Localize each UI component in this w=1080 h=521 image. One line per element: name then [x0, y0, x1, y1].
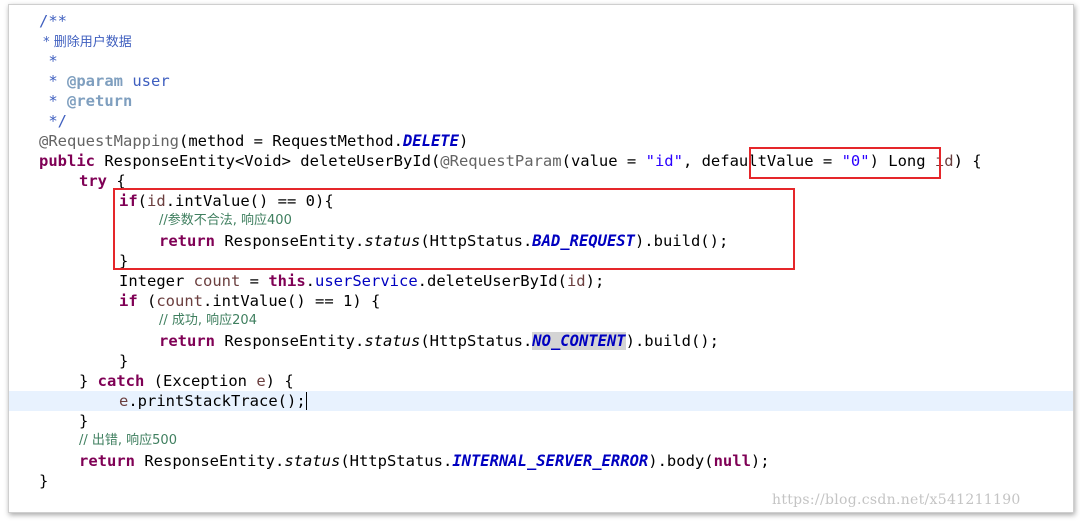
- variable: count: [193, 272, 241, 290]
- annotation: @RequestMapping: [39, 132, 179, 150]
- code-text: ): [458, 132, 469, 150]
- code-text: ResponseEntity<Void> deleteUserById(: [95, 152, 441, 170]
- highlight-box-if-block: [113, 188, 795, 270]
- enum-constant-highlighted: NO_CONTENT: [532, 332, 626, 350]
- code-line: }: [9, 411, 1073, 431]
- enum-constant: INTERNAL_SERVER_ERROR: [452, 452, 649, 470]
- javadoc-comment: *: [39, 52, 58, 70]
- keyword: this: [268, 272, 306, 290]
- code-text: (HttpStatus.: [420, 332, 533, 350]
- code-line: *: [9, 51, 1073, 71]
- line-comment: // 成功, 响应204: [159, 313, 257, 328]
- javadoc-comment: *: [39, 72, 67, 90]
- keyword: try: [79, 172, 107, 190]
- code-text: ) {: [265, 372, 294, 390]
- javadoc-comment: */: [39, 112, 67, 130]
- line-comment: // 出错, 响应500: [79, 433, 177, 448]
- keyword: catch: [97, 372, 145, 390]
- code-text: .intValue() == 1) {: [203, 292, 381, 310]
- keyword: return: [79, 452, 135, 470]
- javadoc-comment: /**: [39, 12, 67, 30]
- code-text: (: [137, 292, 157, 310]
- code-line: Integer count = this.userService.deleteU…: [9, 271, 1073, 291]
- code-line: */: [9, 111, 1073, 131]
- code-text: .printStackTrace();: [128, 392, 306, 410]
- code-text: }: [79, 372, 98, 390]
- field: userService: [315, 272, 418, 290]
- code-text: .: [305, 272, 315, 290]
- code-text: Integer: [119, 272, 194, 290]
- code-line: } catch (Exception e) {: [9, 371, 1073, 391]
- variable: count: [156, 292, 204, 310]
- javadoc-param-name: user: [123, 72, 170, 90]
- keyword: return: [159, 332, 215, 350]
- code-text: =: [240, 272, 269, 290]
- code-line: * @param user: [9, 71, 1073, 91]
- code-text: ) {: [953, 152, 982, 170]
- text-cursor: [305, 392, 307, 410]
- current-code-line[interactable]: e.printStackTrace();: [9, 391, 1073, 411]
- code-text: ResponseEntity.: [135, 452, 285, 470]
- code-line: * @return: [9, 91, 1073, 111]
- code-text: ResponseEntity.: [215, 332, 365, 350]
- code-line: return ResponseEntity.status(HttpStatus.…: [9, 451, 1073, 471]
- static-method: status: [284, 452, 341, 470]
- code-text: );: [585, 272, 605, 290]
- code-line: * 删除用户数据: [9, 31, 1073, 51]
- code-line: // 成功, 响应204: [9, 311, 1073, 331]
- code-text: (value =: [561, 152, 646, 170]
- code-line: if (count.intValue() == 1) {: [9, 291, 1073, 311]
- code-text: }: [39, 472, 49, 490]
- keyword: null: [713, 452, 751, 470]
- code-text: }: [79, 412, 89, 430]
- code-text: (method = RequestMethod.: [178, 132, 403, 150]
- code-text: );: [750, 452, 770, 470]
- enum-constant: DELETE: [402, 132, 459, 150]
- variable: id: [566, 272, 586, 290]
- code-text: }: [119, 352, 129, 370]
- static-method: status: [364, 332, 421, 350]
- keyword: public: [39, 152, 95, 170]
- string-literal: "id": [645, 152, 683, 170]
- code-text: ).body(: [648, 452, 714, 470]
- highlight-box-default-value: [749, 147, 941, 179]
- keyword: if: [119, 292, 138, 310]
- variable: e: [119, 392, 129, 410]
- annotation: @RequestParam: [440, 152, 562, 170]
- watermark-text: https://blog.csdn.net/x541211190: [772, 492, 1021, 508]
- javadoc-tag: @return: [67, 92, 133, 110]
- code-editor-screenshot: /** * 删除用户数据 * * @param user * @return *…: [8, 4, 1074, 513]
- code-line: /**: [9, 11, 1073, 31]
- javadoc-comment: *: [39, 92, 67, 110]
- code-line: }: [9, 471, 1073, 491]
- code-text: (Exception: [144, 372, 257, 390]
- code-line: return ResponseEntity.status(HttpStatus.…: [9, 331, 1073, 351]
- variable: e: [256, 372, 266, 390]
- code-text: ).build();: [625, 332, 719, 350]
- code-line: // 出错, 响应500: [9, 431, 1073, 451]
- code-text: .deleteUserById(: [417, 272, 567, 290]
- code-text: (HttpStatus.: [340, 452, 453, 470]
- javadoc-tag: @param: [67, 72, 123, 90]
- javadoc-comment: * 删除用户数据: [39, 35, 132, 50]
- code-line: }: [9, 351, 1073, 371]
